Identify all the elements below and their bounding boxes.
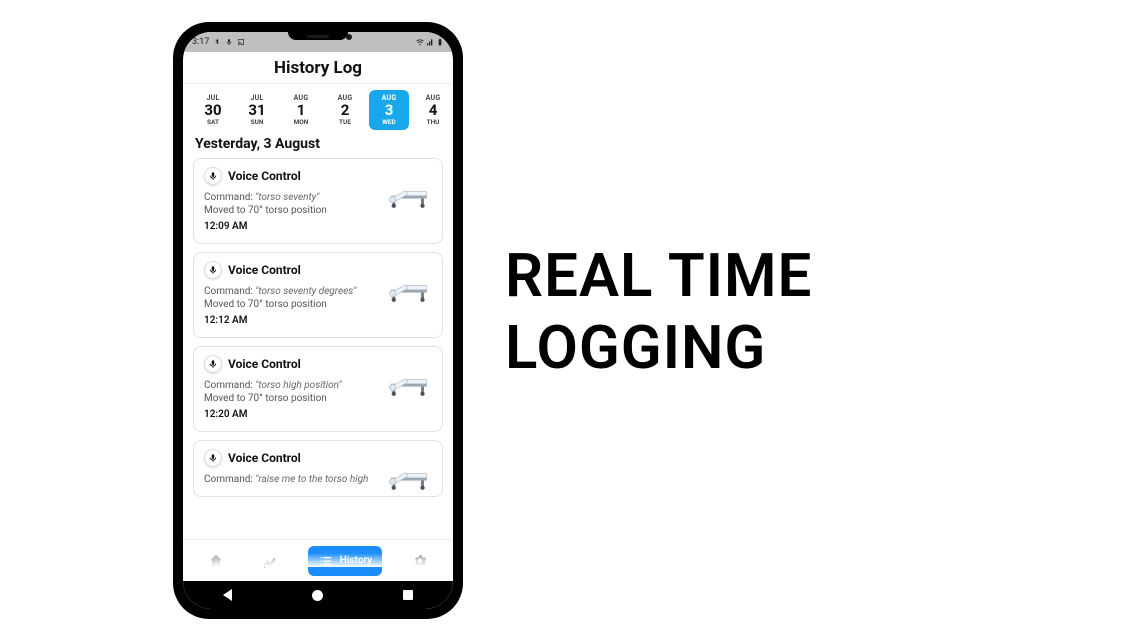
log-type-label: Voice Control [228,357,301,371]
phone-front-camera [346,34,352,40]
command-label: Command: [204,286,255,297]
command-value: "raise me to the torso high [255,474,368,485]
date-weekday: SUN [237,118,277,126]
date-day: 31 [237,102,277,118]
android-home-button[interactable] [312,590,323,601]
command-value: "torso seventy degrees" [255,286,356,297]
date-picker-strip[interactable]: JUL30SATJUL31SUNAUG1MONAUG2TUEAUG3WEDAUG… [183,84,453,134]
signal-icon [426,38,434,46]
date-day: 3 [369,102,409,118]
bed-position-icon [388,365,434,397]
date-cell-jul-30[interactable]: JUL30SAT [193,90,233,130]
date-cell-aug-1[interactable]: AUG1MON [281,90,321,130]
headline-line-2: LOGGING [505,312,766,383]
date-weekday: TUE [325,118,365,126]
log-time: 12:12 AM [204,314,432,327]
promo-headline: REAL TIME LOGGING [505,240,812,384]
date-cell-jul-31[interactable]: JUL31SUN [237,90,277,130]
app-header: History Log [183,52,453,84]
command-value: "torso seventy" [255,192,319,203]
bluetooth-icon [213,38,221,46]
nav-history[interactable]: History [308,546,382,576]
headline-line-1: REAL TIME [505,240,812,311]
nav-trends[interactable] [254,546,286,576]
bed-position-icon [388,271,434,303]
command-value: "torso high position" [255,380,341,391]
bed-position-icon [388,459,434,491]
nav-home[interactable] [200,546,232,576]
home-icon [208,553,224,569]
cast-icon [237,38,245,46]
trends-icon [262,553,278,569]
date-cell-aug-2[interactable]: AUG2TUE [325,90,365,130]
day-header: Yesterday, 3 August [183,134,453,158]
date-cell-aug-3[interactable]: AUG3WED [369,90,409,130]
date-weekday: WED [369,118,409,126]
date-weekday: MON [281,118,321,126]
command-label: Command: [204,474,255,485]
bottom-nav: History [183,539,453,581]
history-log-card[interactable]: Voice Control Command: "torso high positi… [193,346,443,432]
phone-speaker-notch [288,32,348,40]
microphone-icon [204,167,222,185]
phone-screen: 3:17 History Log JUL30SATJUL31SUNAUG1MON… [183,32,453,609]
mic-icon [225,38,233,46]
command-label: Command: [204,380,255,391]
log-time: 12:20 AM [204,408,432,421]
nav-history-label: History [340,555,372,566]
log-type-label: Voice Control [228,451,301,465]
gear-icon [412,553,428,569]
date-day: 2 [325,102,365,118]
microphone-icon [204,449,222,467]
history-log-card[interactable]: Voice ControlCommand: "torso seventy"Mov… [193,158,443,244]
page-title: History Log [274,58,362,78]
battery-icon [436,38,444,46]
microphone-icon [204,261,222,279]
history-log-card[interactable]: Voice Control Command: "raise me to the t… [193,440,443,497]
date-day: 1 [281,102,321,118]
android-back-button[interactable] [223,589,232,601]
android-nav-bar [183,581,453,609]
history-list[interactable]: Voice ControlCommand: "torso seventy"Mov… [183,158,453,539]
phone-frame: 3:17 History Log JUL30SATJUL31SUNAUG1MON… [173,22,463,619]
history-log-card[interactable]: Voice Control Command: "torso seventy deg… [193,252,443,338]
bed-position-icon [388,177,434,209]
log-time: 12:09 AM [204,220,432,233]
date-weekday: SAT [193,118,233,126]
command-label: Command: [204,192,255,203]
date-day: 4 [413,102,453,118]
nav-settings[interactable] [404,546,436,576]
log-type-label: Voice Control [228,263,301,277]
list-icon [318,553,334,569]
status-time: 3:17 [192,37,209,47]
wifi-icon [416,38,424,46]
date-day: 30 [193,102,233,118]
date-weekday: THU [413,118,453,126]
microphone-icon [204,355,222,373]
android-recents-button[interactable] [403,590,413,600]
log-type-label: Voice Control [228,169,301,183]
date-cell-aug-4[interactable]: AUG4THU [413,90,453,130]
